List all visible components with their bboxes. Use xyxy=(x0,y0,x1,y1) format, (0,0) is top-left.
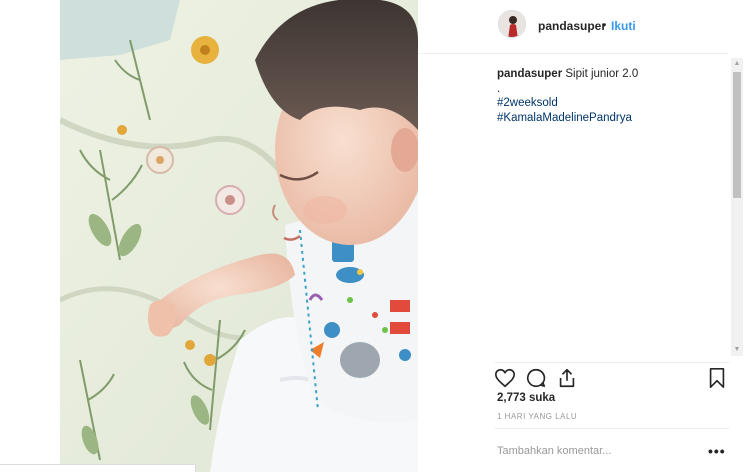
caption-username[interactable]: pandasuper xyxy=(497,68,562,80)
header-username[interactable]: pandasuper xyxy=(538,19,606,33)
header-separator: • xyxy=(602,18,607,32)
caption-dot: . xyxy=(497,82,501,95)
hashtag-link[interactable]: #2weeksold xyxy=(497,96,727,111)
comments-scrollbar[interactable]: ▲ ▼ xyxy=(731,58,743,356)
action-bar xyxy=(494,362,730,390)
heart-icon[interactable] xyxy=(494,367,516,389)
caption-text: Sipit junior 2.0 xyxy=(565,68,639,80)
add-comment-section: ••• xyxy=(494,428,730,472)
post-photo[interactable] xyxy=(60,0,418,472)
post-header: pandasuper • Ikuti xyxy=(418,0,728,54)
share-icon[interactable] xyxy=(556,367,578,389)
comment-bubble-icon[interactable] xyxy=(525,367,547,389)
post-timestamp[interactable]: 1 HARI YANG LALU xyxy=(497,412,577,421)
post-details-panel: pandasuper • Ikuti pandasuper Sipit juni… xyxy=(418,0,745,472)
baby-photo-image xyxy=(60,0,418,472)
avatar[interactable] xyxy=(498,10,526,38)
caption-line: pandasuper Sipit junior 2.0 xyxy=(497,67,727,82)
scroll-thumb[interactable] xyxy=(733,72,741,198)
comment-input[interactable] xyxy=(497,443,687,459)
hashtag-link[interactable]: #KamalaMadelinePandrya xyxy=(497,111,727,126)
bookmark-icon[interactable] xyxy=(706,367,728,389)
caption-area: pandasuper Sipit junior 2.0 . #2weeksold… xyxy=(497,67,727,125)
scroll-down-arrow-icon[interactable]: ▼ xyxy=(731,344,743,356)
likes-count[interactable]: 2,773 suka xyxy=(497,392,555,404)
more-options-icon[interactable]: ••• xyxy=(708,443,726,459)
avatar-image xyxy=(499,11,525,37)
follow-button[interactable]: Ikuti xyxy=(611,19,636,33)
scroll-up-arrow-icon[interactable]: ▲ xyxy=(731,58,743,70)
page-footer-edge xyxy=(0,464,196,472)
